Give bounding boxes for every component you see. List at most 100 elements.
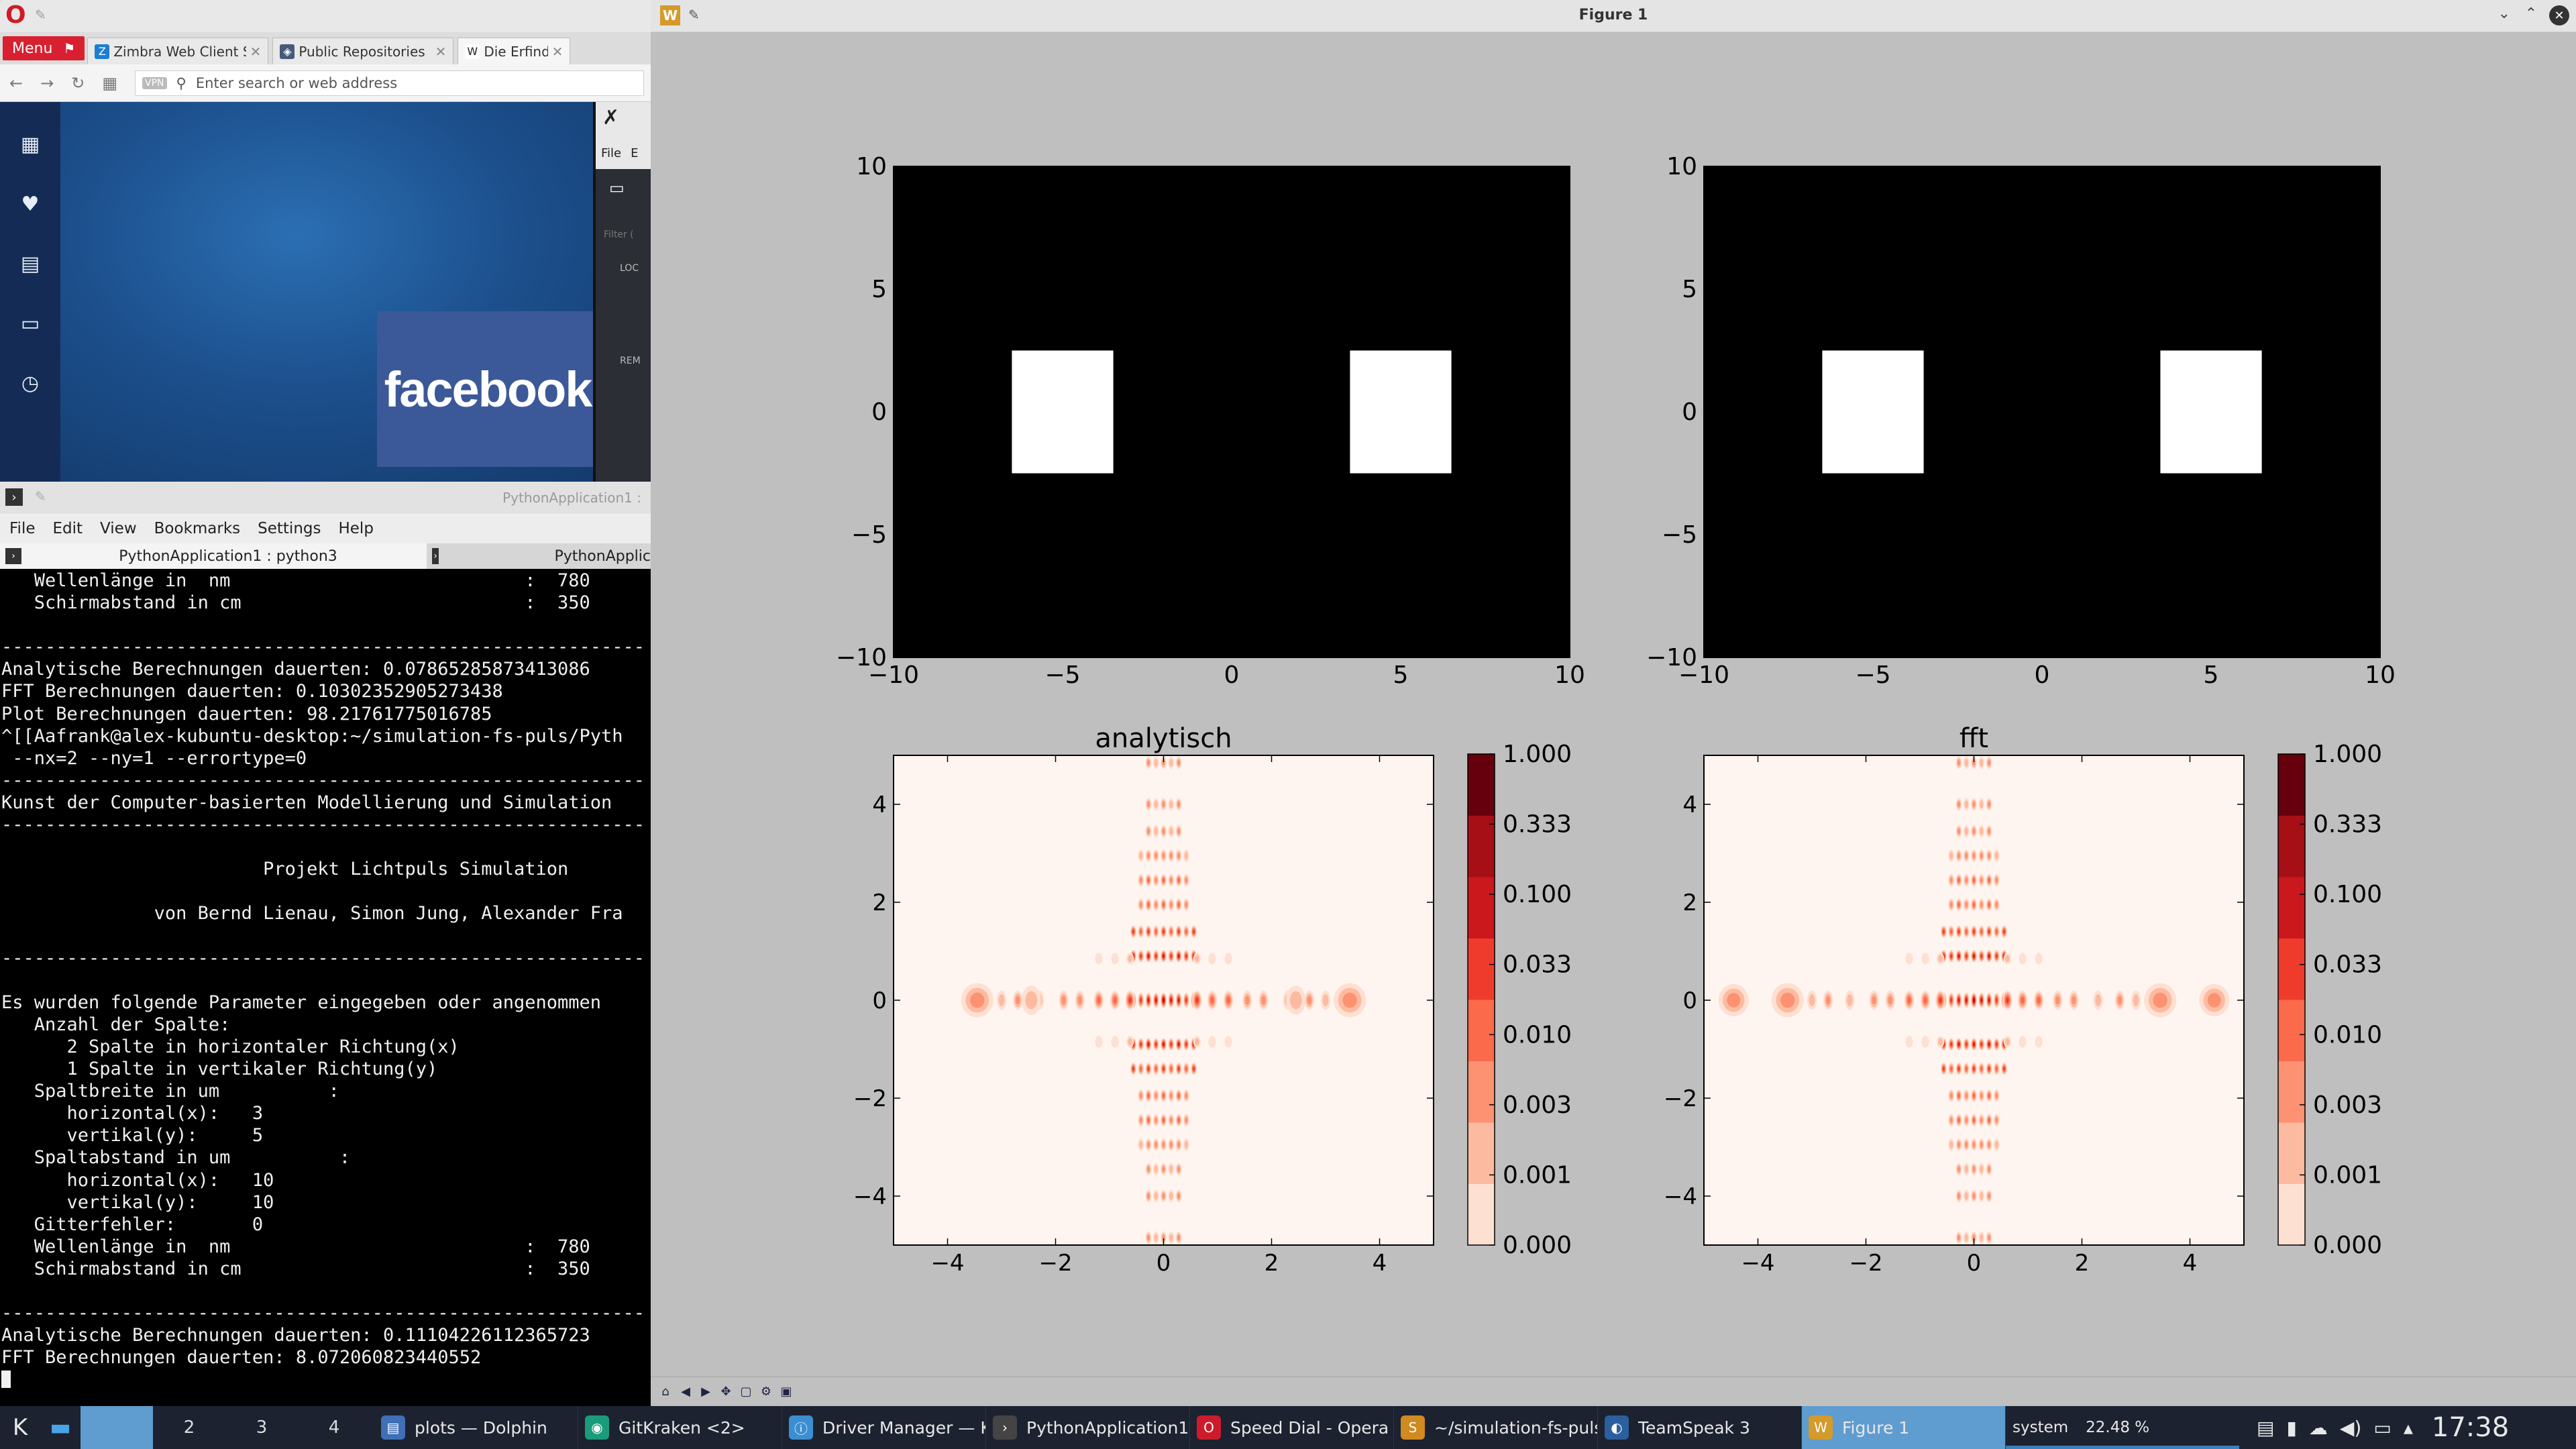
task-dolphin[interactable]: ▤ plots — Dolphin: [374, 1406, 578, 1449]
device-notifier-icon[interactable]: ▮: [2286, 1417, 2296, 1439]
network-icon[interactable]: ▭: [2373, 1417, 2391, 1439]
intensity-contour: [1988, 1193, 1991, 1199]
gitkraken-local-section[interactable]: LOC: [596, 240, 651, 274]
volume-icon[interactable]: ◀): [2340, 1417, 2361, 1439]
task-editor[interactable]: S ~/simulation-fs-puls: [1394, 1406, 1598, 1449]
gitkraken-filter[interactable]: Filter (: [596, 197, 651, 240]
tray-expand-icon[interactable]: ▴: [2404, 1417, 2413, 1439]
gitkraken-logo-icon[interactable]: ✗: [596, 102, 651, 140]
intensity-contour: [1980, 759, 1984, 767]
intensity-contour: [1154, 800, 1158, 808]
minimize-icon[interactable]: ⌄: [2498, 5, 2510, 22]
intensity-contour: [1139, 902, 1142, 908]
menu-edit[interactable]: Edit: [53, 520, 83, 537]
reload-icon[interactable]: ↻: [71, 74, 85, 93]
pin-icon[interactable]: ✎: [35, 7, 46, 23]
pan-icon[interactable]: ✥: [718, 1384, 734, 1400]
terminal-output[interactable]: Wellenlänge in nm : 780 Schirmabstand in…: [0, 570, 651, 1406]
figure-canvas[interactable]: −10 −5 0 5 101050−5−10 −10 −5 0 5 101050−5−10 −4…: [651, 32, 2576, 1377]
gitkraken-menu-file[interactable]: File: [601, 146, 621, 169]
terminal-line: Schirmabstand in cm : 350: [1, 1258, 590, 1279]
opera-menu-button[interactable]: Menu ⚑: [3, 36, 85, 60]
opera-logo-icon[interactable]: O: [5, 1, 26, 29]
grid-icon[interactable]: ▦: [102, 74, 117, 93]
menu-file[interactable]: File: [9, 520, 36, 537]
x-tick-label: 5: [1393, 661, 1409, 689]
heart-icon[interactable]: ♥: [21, 193, 40, 216]
news-icon[interactable]: ▤: [21, 252, 40, 276]
task-gitkraken[interactable]: ◉ GitKraken <2>: [578, 1406, 782, 1449]
task-opera[interactable]: O Speed Dial - Opera: [1190, 1406, 1394, 1449]
opera-tab-repositories[interactable]: ◈ Public Repositories ✕: [272, 38, 454, 64]
back-icon[interactable]: ◀: [678, 1384, 694, 1400]
speed-dial-icon[interactable]: ▦: [21, 133, 40, 156]
close-tab-icon[interactable]: ✕: [435, 44, 447, 60]
address-field[interactable]: VPN ⚲ Enter search or web address: [135, 70, 644, 96]
konsole-titlebar[interactable]: › ✎ PythonApplication1 :: [0, 482, 651, 514]
menu-view[interactable]: View: [100, 520, 137, 537]
close-icon[interactable]: ✕: [2549, 5, 2569, 25]
gitkraken-menu-edit[interactable]: E: [631, 146, 638, 169]
x-tick-label: 4: [1373, 1250, 1387, 1277]
menu-settings[interactable]: Settings: [258, 520, 321, 537]
menu-bookmarks[interactable]: Bookmarks: [154, 520, 241, 537]
intensity-contour: [1965, 902, 1968, 908]
zoom-icon[interactable]: ▢: [738, 1384, 754, 1400]
desktop-2[interactable]: 2: [153, 1406, 225, 1449]
desktop-4[interactable]: 4: [298, 1406, 370, 1449]
figure-titlebar[interactable]: W ✎ Figure 1 ⌄ ⌃ ✕: [651, 0, 2576, 32]
colorbar-segment: [2278, 1000, 2305, 1061]
file-manager-icon[interactable]: ▬: [40, 1406, 80, 1449]
x-tick-label: 2: [1265, 1250, 1279, 1277]
konsole-tab-active[interactable]: › PythonApplication1 : python3: [0, 543, 427, 569]
desktop-3[interactable]: 3: [225, 1406, 298, 1449]
konsole-tab-other[interactable]: › PythonApplic: [427, 543, 651, 569]
intensity-contour: [1980, 1165, 1984, 1173]
task-teamspeak[interactable]: ◐ TeamSpeak 3: [1598, 1406, 1802, 1449]
menu-help[interactable]: Help: [338, 520, 373, 537]
intensity-contour: [1185, 1066, 1187, 1071]
terminal-line: ----------------------------------------…: [1, 637, 645, 658]
intensity-contour: [1846, 994, 1853, 1006]
opera-tab-wikipedia[interactable]: W Die Erfindung der W ✕: [458, 38, 571, 64]
digital-clock[interactable]: 17:38: [2413, 1412, 2509, 1443]
clipboard-icon[interactable]: ▤: [2257, 1417, 2274, 1439]
back-icon[interactable]: ←: [9, 74, 23, 93]
desktop-1[interactable]: 1: [80, 1406, 153, 1449]
save-icon[interactable]: ▣: [778, 1384, 794, 1400]
opera-tab-zimbra[interactable]: Z Zimbra Web Client S ✕: [87, 38, 269, 64]
intensity-contour: [1147, 1093, 1150, 1098]
pin-icon[interactable]: ✎: [35, 488, 46, 504]
facebook-speed-dial[interactable]: facebook: [377, 311, 598, 467]
forward-icon[interactable]: →: [40, 74, 54, 93]
intensity-contour: [1184, 1140, 1189, 1149]
intensity-contour: [1957, 1093, 1960, 1098]
intensity-contour: [1965, 1093, 1968, 1099]
intensity-contour: [1169, 1234, 1173, 1242]
intensity-contour: [1988, 759, 1991, 766]
close-tab-icon[interactable]: ✕: [250, 44, 262, 60]
task-driver-manager[interactable]: ⓘ Driver Manager — K: [782, 1406, 986, 1449]
opera-titlebar[interactable]: O ✎: [0, 0, 651, 32]
application-launcher-icon[interactable]: K: [0, 1406, 40, 1449]
maximize-icon[interactable]: ⌃: [2525, 5, 2537, 22]
configure-icon[interactable]: ⚙: [758, 1384, 774, 1400]
home-icon[interactable]: ⌂: [657, 1384, 674, 1400]
system-load-monitor[interactable]: system 22.48 %: [2006, 1406, 2239, 1449]
vpn-badge[interactable]: VPN: [142, 76, 167, 89]
x-tick-label: −2: [1849, 1250, 1882, 1277]
forward-icon[interactable]: ▶: [698, 1384, 714, 1400]
cloud-icon[interactable]: ☁: [2309, 1417, 2328, 1439]
synced-devices-icon[interactable]: ▭: [21, 312, 40, 335]
x-tick-label: −4: [1741, 1250, 1774, 1277]
task-terminal[interactable]: › PythonApplication1: [986, 1406, 1190, 1449]
intensity-contour: [1950, 929, 1953, 934]
history-icon[interactable]: ◷: [21, 372, 39, 395]
intensity-contour: [1146, 828, 1150, 835]
close-tab-icon[interactable]: ✕: [552, 44, 564, 60]
gitkraken-remote-section[interactable]: REM: [596, 274, 651, 366]
task-figure[interactable]: W Figure 1: [1802, 1406, 2006, 1449]
folder-icon[interactable]: ▭: [596, 169, 651, 197]
intensity-contour: [1965, 1142, 1968, 1148]
intensity-contour: [2004, 1038, 2010, 1046]
